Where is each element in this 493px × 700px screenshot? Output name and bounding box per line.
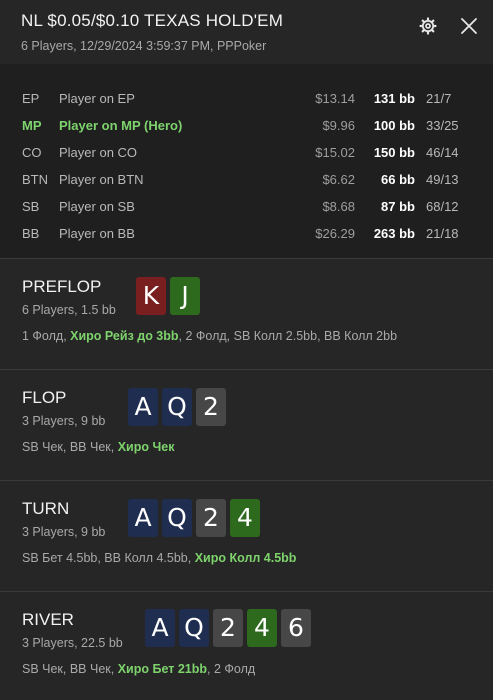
board-card: 6: [281, 609, 311, 647]
player-name: Player on BTN: [59, 172, 144, 187]
street-turn: TURN 3 Players, 9 bb A Q 2 4 SB Бет 4.5b…: [0, 480, 493, 591]
board-card: A: [145, 609, 175, 647]
street-actions: SB Чек, BB Чек, Хиро Чек: [22, 440, 174, 454]
street-pot: 6 Players, 1.5 bb: [22, 303, 116, 317]
player-stack-bb: 150 bb: [373, 145, 415, 160]
player-position: MP: [22, 118, 42, 133]
player-row: CO Player on CO $15.02 150 bb 46/14: [0, 140, 493, 167]
board-card: A: [128, 388, 158, 426]
street-pot: 3 Players, 22.5 bb: [22, 636, 123, 650]
player-stats: 33/25: [426, 118, 459, 133]
street-title: FLOP: [22, 388, 67, 407]
player-stack-money: $9.96: [322, 118, 355, 133]
player-position: SB: [22, 199, 40, 214]
hand-info: 6 Players, 12/29/2024 3:59:37 PM, PPPoke…: [21, 39, 267, 53]
action-text: SB Бет 4.5bb, BB Колл 4.5bb,: [22, 551, 195, 565]
street-preflop: PREFLOP 6 Players, 1.5 bb K J 1 Фолд, Хи…: [0, 258, 493, 369]
street-title: PREFLOP: [22, 277, 102, 296]
player-stack-money: $15.02: [315, 145, 355, 160]
hero-action: Хиро Колл 4.5bb: [194, 551, 297, 565]
hand-header: NL $0.05/$0.10 TEXAS HOLD'EM 6 Players, …: [0, 0, 493, 64]
player-stack-money: $6.62: [322, 172, 355, 187]
action-text: , 2 Фолд, SB Колл 2.5bb, BB Колл 2bb: [178, 329, 398, 343]
board-card: Q: [179, 609, 209, 647]
close-icon[interactable]: [459, 16, 479, 36]
street-actions: SB Чек, BB Чек, Хиро Бет 21bb, 2 Фолд: [22, 662, 255, 676]
player-name: Player on CO: [59, 145, 138, 160]
street-title: TURN: [22, 499, 70, 518]
board-card: 4: [247, 609, 277, 647]
board-card: A: [128, 499, 158, 537]
board-card: 2: [196, 499, 226, 537]
street-title: RIVER: [22, 610, 74, 629]
player-stack-bb: 131 bb: [373, 91, 415, 106]
players-table: EP Player on EP $13.14 131 bb 21/7 MP Pl…: [0, 64, 493, 258]
board-card: Q: [162, 499, 192, 537]
player-stats: 21/18: [426, 226, 459, 241]
player-stack-bb: 66 bb: [381, 172, 415, 187]
hole-card: J: [170, 277, 200, 315]
hole-card: K: [136, 277, 166, 315]
player-row: EP Player on EP $13.14 131 bb 21/7: [0, 86, 493, 113]
player-stack-money: $8.68: [322, 199, 355, 214]
player-name: Player on BB: [59, 226, 135, 241]
hero-action: Хиро Рейз до 3bb: [70, 329, 179, 343]
player-stats: 49/13: [426, 172, 459, 187]
player-stack-money: $13.14: [315, 91, 355, 106]
player-position: EP: [22, 91, 40, 106]
player-stats: 68/12: [426, 199, 459, 214]
player-row-hero: MP Player on MP (Hero) $9.96 100 bb 33/2…: [0, 113, 493, 140]
player-position: BB: [22, 226, 40, 241]
game-title: NL $0.05/$0.10 TEXAS HOLD'EM: [21, 11, 284, 30]
action-text: SB Чек, BB Чек,: [22, 662, 118, 676]
player-row: BB Player on BB $26.29 263 bb 21/18: [0, 221, 493, 248]
player-stats: 21/7: [426, 91, 452, 106]
street-pot: 3 Players, 9 bb: [22, 525, 106, 539]
player-row: SB Player on SB $8.68 87 bb 68/12: [0, 194, 493, 221]
player-name: Player on EP: [59, 91, 135, 106]
street-pot: 3 Players, 9 bb: [22, 414, 106, 428]
board-card: 2: [213, 609, 243, 647]
street-actions: SB Бет 4.5bb, BB Колл 4.5bb, Хиро Колл 4…: [22, 551, 296, 565]
board-card: Q: [162, 388, 192, 426]
player-stack-money: $26.29: [315, 226, 355, 241]
board-card: 4: [230, 499, 260, 537]
street-river: RIVER 3 Players, 22.5 bb A Q 2 4 6 SB Че…: [0, 591, 493, 700]
player-name: Player on SB: [59, 199, 135, 214]
player-name: Player on MP (Hero): [59, 118, 183, 133]
player-stack-bb: 100 bb: [373, 118, 415, 133]
player-position: BTN: [22, 172, 48, 187]
player-position: CO: [22, 145, 42, 160]
player-stats: 46/14: [426, 145, 459, 160]
action-text: , 2 Фолд: [207, 662, 256, 676]
player-row: BTN Player on BTN $6.62 66 bb 49/13: [0, 167, 493, 194]
board-card: 2: [196, 388, 226, 426]
gear-icon[interactable]: [419, 17, 437, 35]
hero-action: Хиро Бет 21bb: [117, 662, 208, 676]
player-stack-bb: 87 bb: [381, 199, 415, 214]
action-text: 1 Фолд,: [22, 329, 71, 343]
hero-action: Хиро Чек: [117, 440, 175, 454]
player-stack-bb: 263 bb: [373, 226, 415, 241]
street-actions: 1 Фолд, Хиро Рейз до 3bb, 2 Фолд, SB Кол…: [22, 329, 397, 343]
action-text: SB Чек, BB Чек,: [22, 440, 118, 454]
street-flop: FLOP 3 Players, 9 bb A Q 2 SB Чек, BB Че…: [0, 369, 493, 480]
